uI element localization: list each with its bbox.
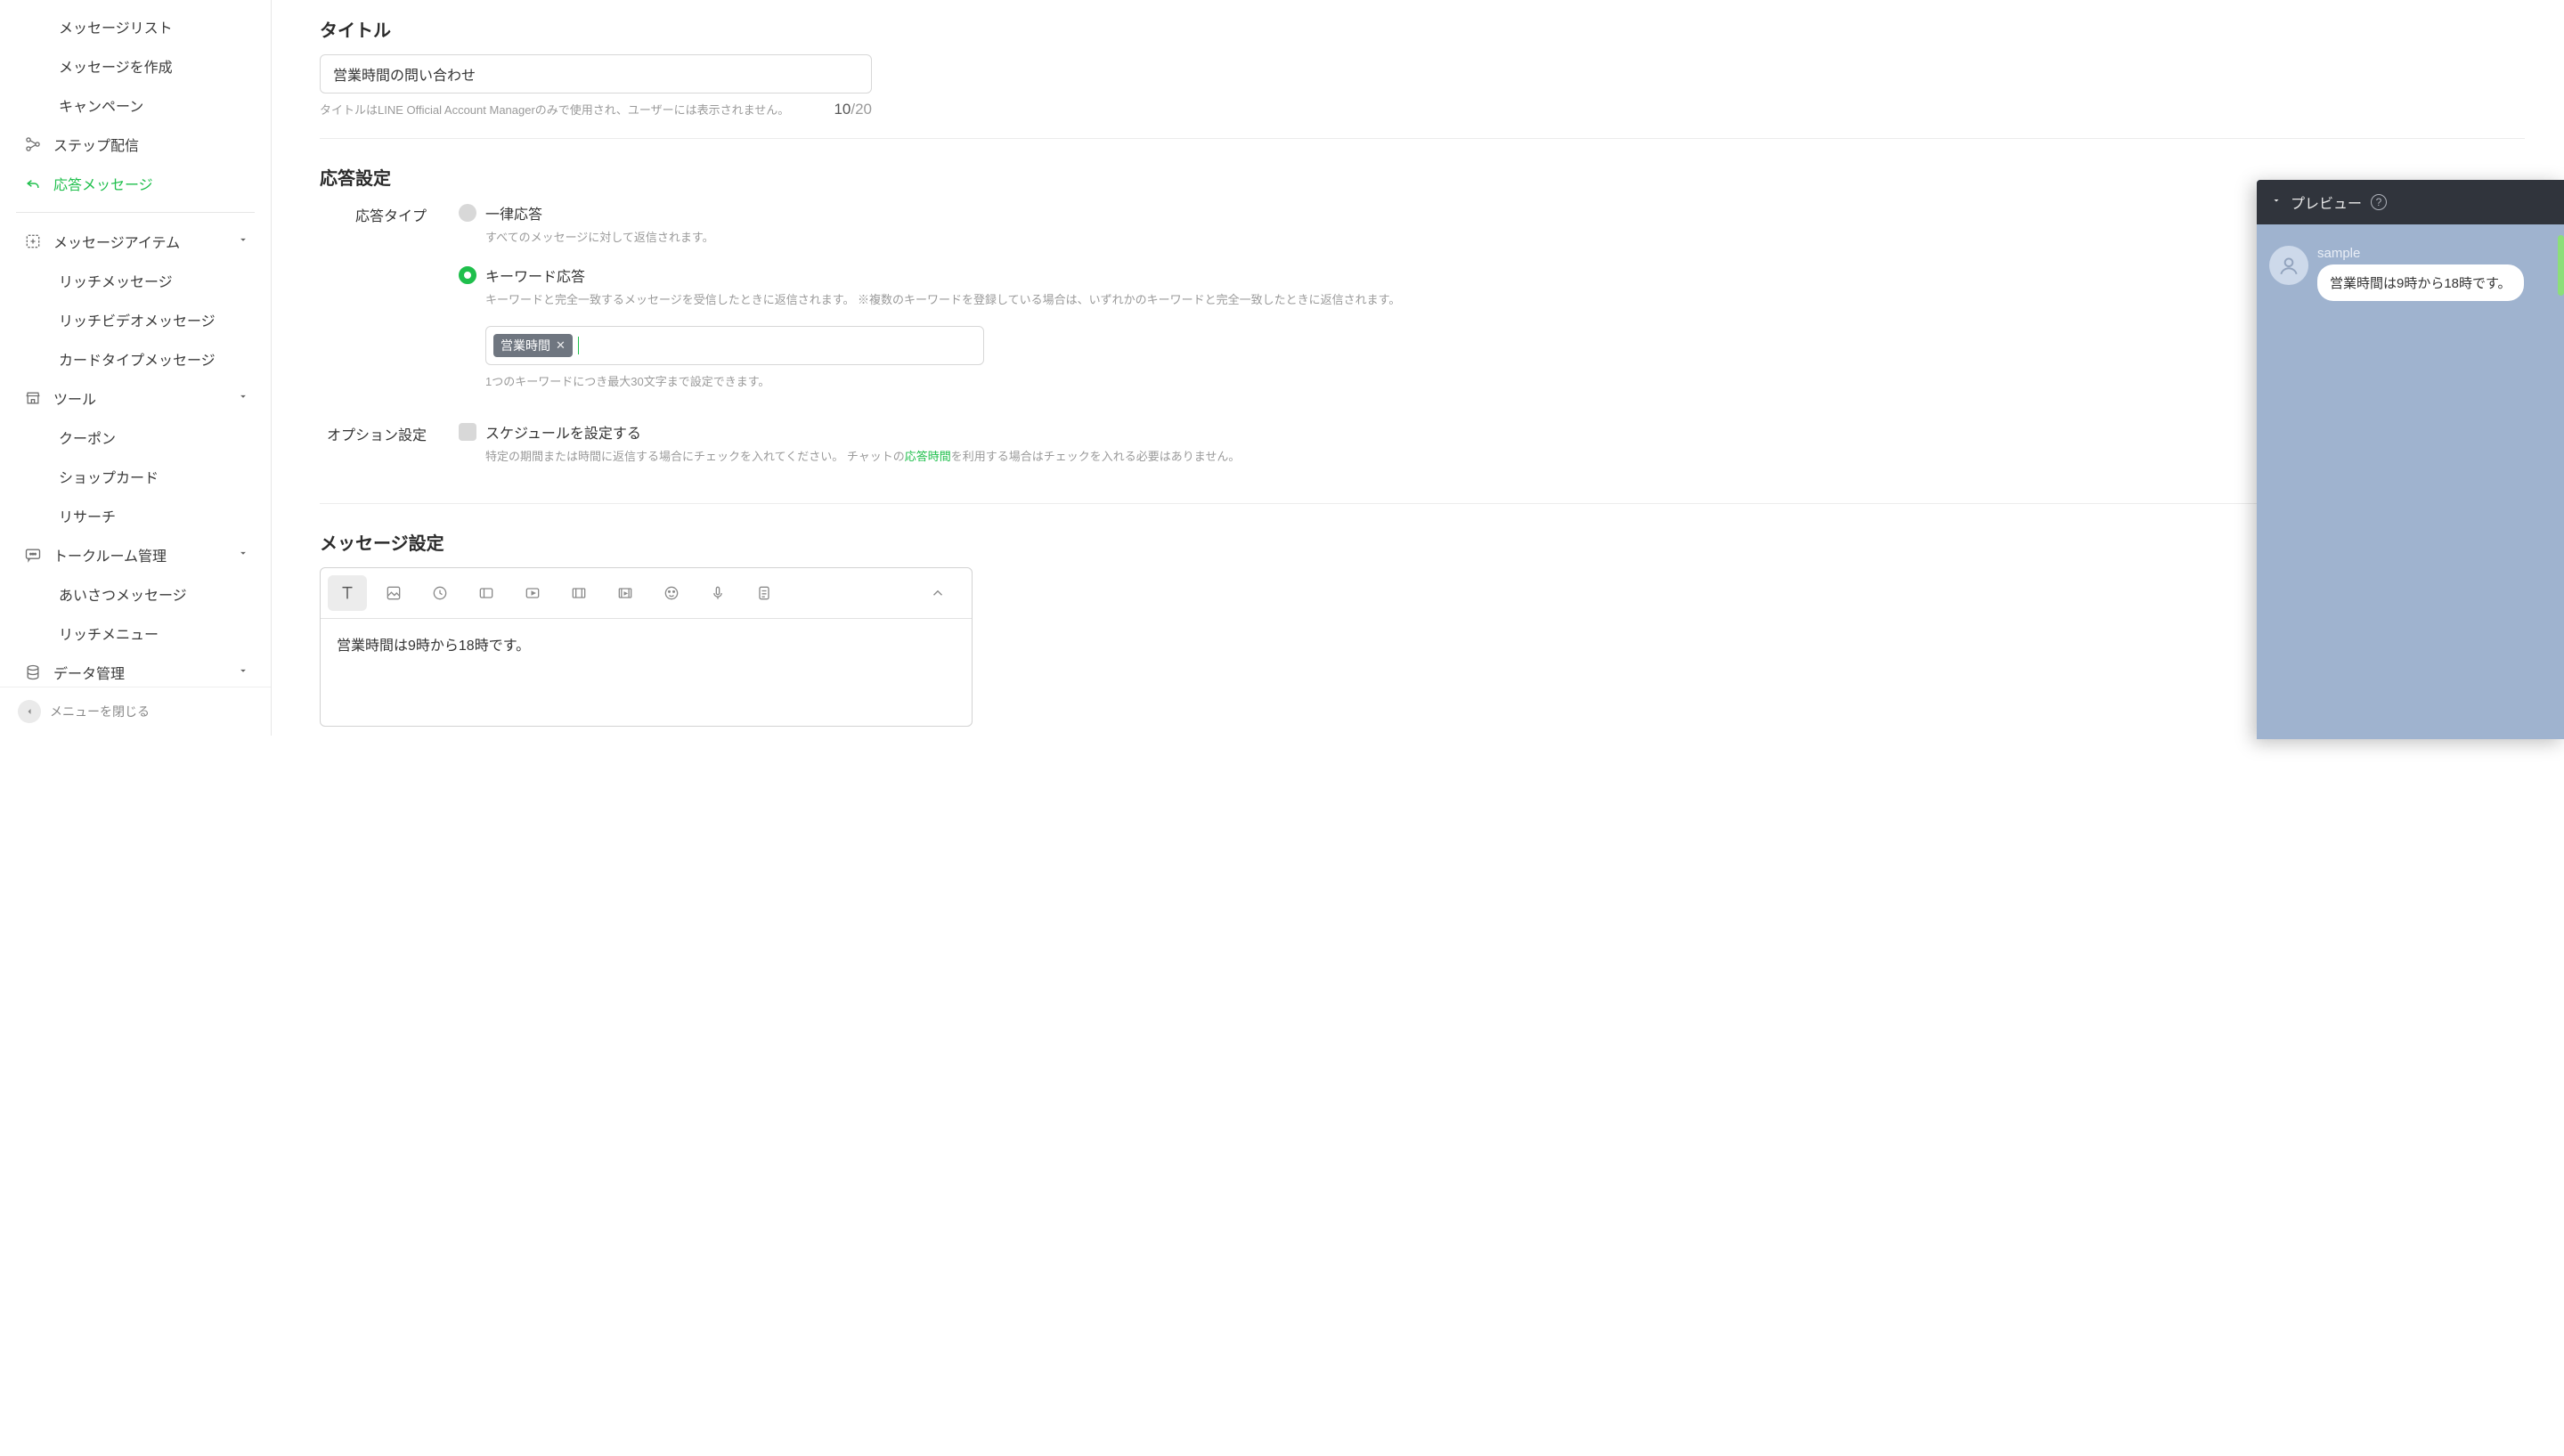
sidebar-group-message-items[interactable]: メッセージアイテム bbox=[0, 222, 271, 261]
radio-uniform-reply[interactable]: 一律応答 bbox=[459, 202, 2525, 224]
survey-tool-button[interactable] bbox=[745, 575, 784, 611]
sidebar-item-message-list[interactable]: メッセージリスト bbox=[0, 7, 271, 46]
preview-header[interactable]: プレビュー ? bbox=[2257, 180, 2564, 224]
caret-down-icon bbox=[2271, 194, 2282, 210]
sidebar-item-campaign[interactable]: キャンペーン bbox=[0, 85, 271, 125]
title-input[interactable] bbox=[320, 54, 872, 94]
chevron-down-icon bbox=[237, 233, 253, 249]
title-heading: タイトル bbox=[320, 16, 2525, 42]
radio-unchecked-icon bbox=[459, 204, 476, 222]
chevron-down-icon bbox=[237, 547, 253, 563]
chevron-down-icon bbox=[237, 664, 253, 680]
scrollbar-thumb[interactable] bbox=[2558, 235, 2564, 296]
checkbox-unchecked-icon bbox=[459, 423, 476, 441]
sidebar-item-rich-message[interactable]: リッチメッセージ bbox=[0, 261, 271, 300]
response-time-link[interactable]: 応答時間 bbox=[905, 450, 951, 463]
chevron-down-icon bbox=[237, 390, 253, 406]
sidebar-item-coupon[interactable]: クーポン bbox=[0, 418, 271, 457]
close-icon[interactable]: ✕ bbox=[556, 338, 566, 353]
video-tool-button[interactable] bbox=[513, 575, 552, 611]
keyword-chip[interactable]: 営業時間 ✕ bbox=[493, 334, 573, 357]
storefront-icon bbox=[23, 388, 43, 408]
emoji-tool-button[interactable] bbox=[652, 575, 691, 611]
image-tool-button[interactable] bbox=[374, 575, 413, 611]
divider bbox=[320, 138, 2525, 139]
coupon-tool-button[interactable] bbox=[467, 575, 506, 611]
reply-icon bbox=[23, 174, 43, 193]
radio-checked-icon bbox=[459, 266, 476, 284]
tree-icon bbox=[23, 134, 43, 154]
sidebar-item-step-delivery[interactable]: ステップ配信 bbox=[0, 125, 271, 164]
richmsg-tool-button[interactable] bbox=[559, 575, 598, 611]
option-label: オプション設定 bbox=[320, 421, 427, 444]
database-icon bbox=[23, 663, 43, 682]
divider bbox=[320, 503, 2525, 504]
preview-title: プレビュー bbox=[2291, 191, 2362, 213]
sidebar-item-richmenu[interactable]: リッチメニュー bbox=[0, 614, 271, 653]
schedule-desc: 特定の期間または時間に返信する場合にチェックを入れてください。 チャットの応答時… bbox=[485, 448, 2525, 466]
sidebar-group-talkroom[interactable]: トークルーム管理 bbox=[0, 535, 271, 574]
preview-panel: プレビュー ? sample 営業時間は9時から18時です。 bbox=[2257, 180, 2564, 739]
voice-tool-button[interactable] bbox=[698, 575, 737, 611]
sticker-tool-button[interactable] bbox=[420, 575, 460, 611]
keyword-hint: 1つのキーワードにつき最大30文字まで設定できます。 bbox=[485, 372, 2525, 389]
response-type-label: 応答タイプ bbox=[320, 202, 427, 225]
plus-box-icon bbox=[23, 232, 43, 251]
schedule-checkbox[interactable]: スケジュールを設定する bbox=[459, 421, 2525, 443]
title-hint: タイトルはLINE Official Account Managerのみで使用さ… bbox=[320, 101, 789, 118]
keyword-reply-desc: キーワードと完全一致するメッセージを受信したときに返信されます。 ※複数のキーワ… bbox=[485, 291, 2525, 309]
radio-keyword-reply[interactable]: キーワード応答 bbox=[459, 264, 2525, 286]
sidebar-group-tools[interactable]: ツール bbox=[0, 378, 271, 418]
uniform-reply-desc: すべてのメッセージに対して返信されます。 bbox=[485, 229, 2525, 247]
help-icon[interactable]: ? bbox=[2371, 194, 2387, 210]
message-editor: 営業時間は9時から18時です。 bbox=[320, 567, 973, 727]
preview-bubble: 営業時間は9時から18時です。 bbox=[2317, 264, 2524, 301]
response-heading: 応答設定 bbox=[320, 164, 2525, 190]
collapse-menu[interactable]: メニューを閉じる bbox=[0, 687, 271, 736]
richvideo-tool-button[interactable] bbox=[606, 575, 645, 611]
divider bbox=[16, 212, 255, 213]
avatar-icon bbox=[2269, 246, 2308, 285]
chat-dots-icon bbox=[23, 545, 43, 565]
message-textarea[interactable]: 営業時間は9時から18時です。 bbox=[321, 619, 972, 726]
sidebar-item-card-type[interactable]: カードタイプメッセージ bbox=[0, 339, 271, 378]
text-caret bbox=[578, 337, 579, 354]
sidebar-item-shopcard[interactable]: ショップカード bbox=[0, 457, 271, 496]
sidebar: メッセージリスト メッセージを作成 キャンペーン ステップ配信 応答メッセージ … bbox=[0, 0, 272, 736]
chevron-left-icon bbox=[18, 700, 41, 723]
sidebar-item-rich-video[interactable]: リッチビデオメッセージ bbox=[0, 300, 271, 339]
sidebar-item-greeting[interactable]: あいさつメッセージ bbox=[0, 574, 271, 614]
keyword-input[interactable]: 営業時間 ✕ bbox=[485, 326, 984, 365]
collapse-editor-button[interactable] bbox=[918, 575, 957, 611]
message-heading: メッセージ設定 bbox=[320, 529, 2525, 555]
preview-sender: sample bbox=[2317, 246, 2524, 261]
text-tool-button[interactable] bbox=[328, 575, 367, 611]
sidebar-item-auto-reply[interactable]: 応答メッセージ bbox=[0, 164, 271, 203]
main-content: タイトル タイトルはLINE Official Account Managerの… bbox=[272, 0, 2564, 736]
sidebar-item-research[interactable]: リサーチ bbox=[0, 496, 271, 535]
sidebar-item-message-create[interactable]: メッセージを作成 bbox=[0, 46, 271, 85]
title-char-count: 10/20 bbox=[834, 101, 872, 118]
editor-toolbar bbox=[321, 568, 972, 619]
